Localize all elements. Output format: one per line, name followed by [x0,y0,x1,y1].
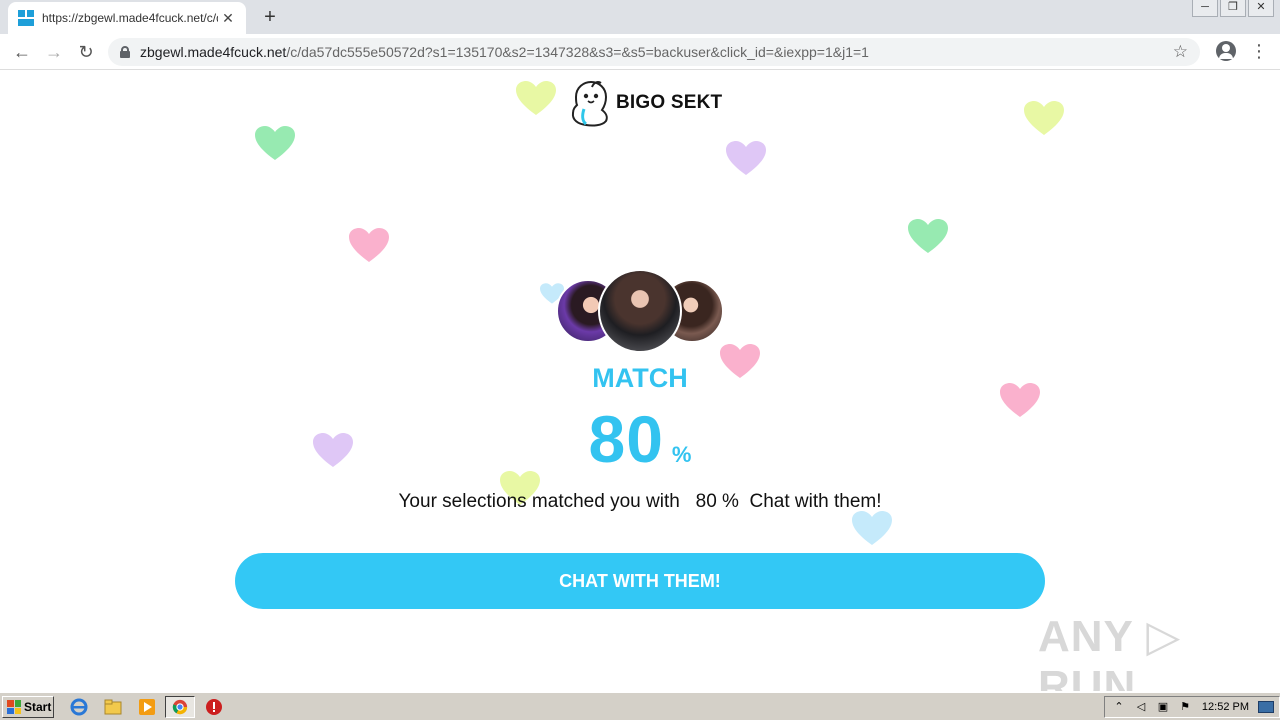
heart-decoration-icon [726,141,766,177]
match-value: 80 [588,402,664,476]
new-tab-button[interactable]: + [258,6,282,30]
minimize-button[interactable]: ─ [1192,0,1218,17]
reload-button[interactable]: ↻ [74,40,98,64]
tab-title: https://zbgewl.made4fcuck.net/c/da57dc [42,11,218,25]
system-tray: ⌃ ◁ ▣ ⚑ 12:52 PM [1104,696,1280,718]
browser-tab[interactable]: https://zbgewl.made4fcuck.net/c/da57dc ✕ [8,2,246,34]
brand-name: BIGO SEKT [616,92,723,113]
bookmark-star-icon[interactable]: ☆ [1173,42,1188,62]
heart-decoration-icon [908,219,948,255]
match-label: MATCH [592,363,688,393]
heart-decoration-icon [349,228,389,264]
heart-decoration-icon [516,81,556,117]
address-bar[interactable]: zbgewl.made4fcuck.net/c/da57dc555e50572d… [108,38,1200,66]
restore-button[interactable]: ❐ [1220,0,1246,17]
show-desktop-icon[interactable] [1258,701,1274,713]
mascot-logo-icon [571,80,608,127]
start-label: Start [24,700,52,714]
url-text: zbgewl.made4fcuck.net/c/da57dc555e50572d… [140,44,869,60]
windows-logo-icon [7,700,21,714]
windows-taskbar: Start ⌃ ◁ ▣ ⚑ 12:52 PM [0,692,1280,720]
chrome-icon [172,699,188,715]
chat-with-them-button[interactable]: CHAT WITH THEM! [235,553,1045,609]
folder-icon[interactable] [104,698,122,716]
network-icon[interactable]: ▣ [1155,700,1171,714]
anyrun-watermark: ANY ▷ RUN [1038,612,1182,691]
start-button[interactable]: Start [2,696,54,718]
chevron-up-icon[interactable]: ⌃ [1111,700,1127,714]
percent-sign: % [671,442,692,467]
speaker-icon[interactable]: ◁ [1133,700,1149,714]
close-window-button[interactable]: ✕ [1248,0,1274,17]
page-content: BIGO SEKT MATCH 80% Your selections matc… [0,71,1280,691]
browser-toolbar: ← → ↻ zbgewl.made4fcuck.net/c/da57dc555e… [0,34,1280,70]
heart-decoration-icon [1024,101,1064,137]
profile-photo-main [598,269,682,353]
match-percentage: 80% [0,401,1280,477]
warning-icon[interactable] [205,698,223,716]
url-host: zbgewl.made4fcuck.net [140,44,287,60]
window-controls: ─ ❐ ✕ [1192,0,1274,17]
browser-menu-icon[interactable]: ⋮ [1250,42,1268,62]
ie-icon[interactable] [70,698,88,716]
forward-button[interactable]: → [42,40,66,64]
heart-decoration-icon [255,126,295,162]
back-button[interactable]: ← [10,40,34,64]
media-player-icon[interactable] [138,698,156,716]
clock: 12:52 PM [1201,701,1249,713]
site-favicon-icon [18,10,34,26]
tab-strip: https://zbgewl.made4fcuck.net/c/da57dc ✕… [0,0,1280,34]
profile-pictures [556,269,726,353]
match-description: Your selections matched you with 80 % Ch… [398,491,882,512]
lock-icon [120,46,130,58]
profile-icon[interactable] [1216,41,1236,61]
flag-icon[interactable]: ⚑ [1177,700,1193,714]
url-path: /c/da57dc555e50572d?s1=135170&s2=1347328… [286,44,869,60]
chrome-taskbar-button[interactable] [165,696,195,718]
tab-close-icon[interactable]: ✕ [220,10,236,27]
brand-header: BIGO SEKT [568,79,722,127]
heart-decoration-icon [852,511,892,547]
